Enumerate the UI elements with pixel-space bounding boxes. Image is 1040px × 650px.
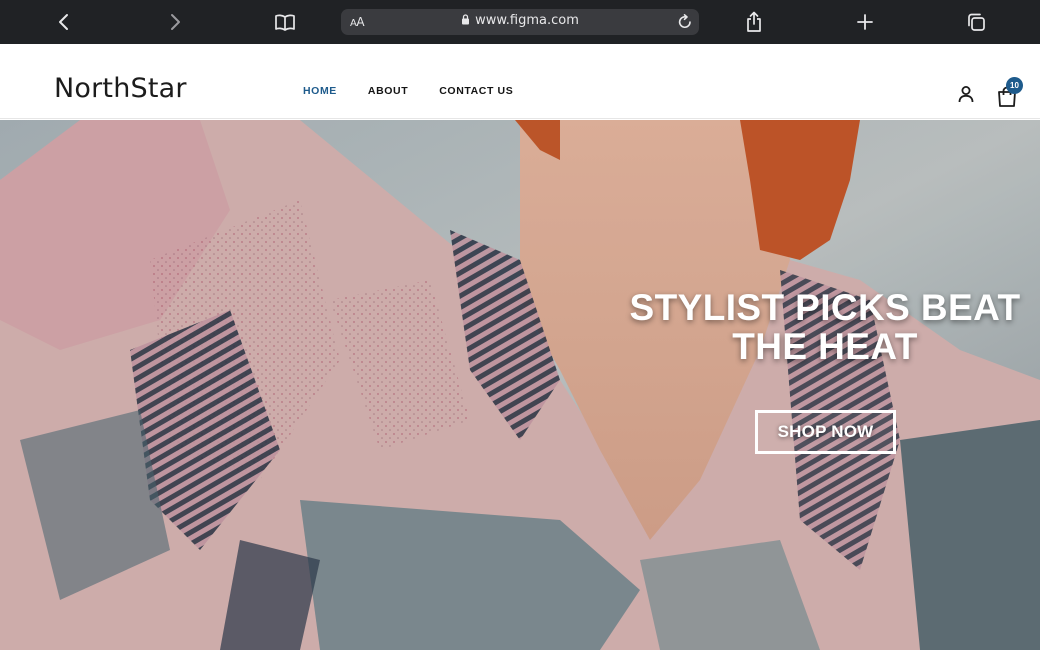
share-icon[interactable] — [740, 8, 768, 36]
hero-title-line-1: STYLIST PICKS BEAT — [629, 287, 1021, 328]
hero-title: STYLIST PICKS BEAT THE HEAT — [610, 288, 1040, 366]
hero-image — [0, 120, 1040, 650]
back-icon[interactable] — [50, 8, 78, 36]
browser-toolbar: AA www.figma.com — [0, 0, 1040, 44]
account-icon[interactable] — [956, 84, 976, 109]
url-text: www.figma.com — [475, 13, 579, 28]
lock-icon — [461, 14, 470, 29]
bookmarks-icon[interactable] — [271, 8, 299, 36]
site-header: NorthStar HOME ABOUT CONTACT US 10 — [0, 44, 1040, 119]
nav-contact-link[interactable]: CONTACT US — [439, 85, 513, 97]
forward-icon[interactable] — [161, 8, 189, 36]
shop-now-button[interactable]: SHOP NOW — [755, 410, 896, 454]
reload-icon[interactable] — [677, 13, 693, 35]
hero-title-line-2: THE HEAT — [732, 326, 918, 367]
main-nav: HOME ABOUT CONTACT US — [303, 85, 544, 97]
hero-banner: STYLIST PICKS BEAT THE HEAT SHOP NOW — [0, 120, 1040, 650]
new-tab-icon[interactable] — [851, 8, 879, 36]
tabs-icon[interactable] — [962, 8, 990, 36]
address-bar[interactable]: AA www.figma.com — [341, 9, 699, 35]
site-logo[interactable]: NorthStar — [54, 73, 187, 105]
nav-home-link[interactable]: HOME — [303, 85, 337, 97]
nav-about-link[interactable]: ABOUT — [368, 85, 408, 97]
cart-count-badge: 10 — [1006, 77, 1023, 94]
cart-button[interactable]: 10 — [996, 77, 1023, 108]
